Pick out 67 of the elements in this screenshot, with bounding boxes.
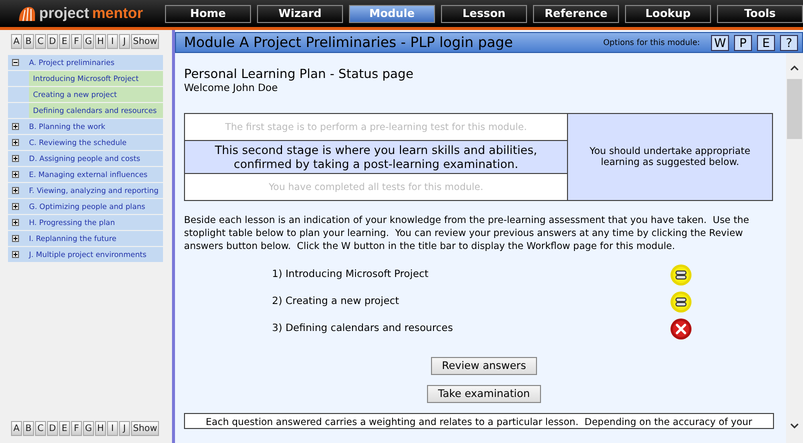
lesson-label: 2) Creating a new project (272, 296, 400, 307)
option-button[interactable]: W (711, 34, 729, 50)
expand-icon[interactable] (12, 187, 19, 194)
letter-button[interactable]: F (71, 34, 82, 49)
expand-icon[interactable] (12, 235, 19, 242)
action-button[interactable]: Review answers (430, 357, 538, 375)
scroll-up-icon[interactable] (790, 65, 799, 71)
welcome-text: Welcome John Doe (184, 83, 279, 94)
letter-button[interactable]: A (11, 421, 22, 436)
letter-button[interactable]: H (95, 421, 106, 436)
stoplight-caution-icon (670, 290, 692, 312)
letter-button[interactable]: I (107, 421, 118, 436)
letter-button[interactable]: Show (131, 34, 160, 49)
option-button[interactable]: E (757, 34, 775, 50)
lesson-label: 3) Defining calendars and resources (272, 323, 453, 334)
letter-button[interactable]: E (59, 421, 70, 436)
note-text: Each question answered carries a weighting and relates to a particular lesson. Depending on the accuracy of your (184, 413, 774, 429)
expand-icon[interactable] (12, 155, 19, 162)
letter-button[interactable]: C (35, 34, 46, 49)
letter-button[interactable]: D (47, 421, 58, 436)
expand-icon[interactable] (12, 123, 19, 130)
letter-button[interactable]: G (83, 34, 94, 49)
nav-tab[interactable]: Home (165, 4, 251, 22)
letter-button[interactable]: H (95, 34, 106, 49)
expand-icon[interactable] (12, 251, 19, 258)
expand-icon[interactable] (12, 171, 19, 178)
stage-cell: The first stage is to perform a pre-learning test for this module. (185, 114, 568, 141)
stoplight-caution-icon (670, 264, 692, 286)
logo: project mentor (0, 5, 161, 22)
letter-button[interactable]: G (83, 421, 94, 436)
splitter[interactable] (164, 30, 175, 443)
letter-button[interactable]: I (107, 34, 118, 49)
letter-button[interactable]: F (71, 421, 82, 436)
cross-icon (670, 318, 692, 340)
page-heading: Personal Learning Plan - Status page (184, 66, 414, 81)
scrollbar[interactable] (786, 53, 803, 443)
intro-paragraph: Beside each lesson is an indication of your knowledge from the pre-learning assessment that you have taken. Use the stoplight table below to plan your learning. You can review your previous answers at any time by clicking the Review answers button below. Click the W button in the title bar to display the Workflow page for this module. (184, 214, 750, 253)
scroll-down-icon[interactable] (790, 423, 799, 429)
letter-button[interactable]: C (35, 421, 46, 436)
letter-button[interactable]: J (119, 34, 130, 49)
expand-icon[interactable] (12, 219, 19, 226)
nav-tab[interactable]: Reference (533, 4, 619, 22)
stage-cell: This second stage is where you learn skills and abilities, confirmed by taking a post-learning examination. (185, 141, 568, 174)
expand-icon[interactable] (12, 203, 19, 210)
letter-button[interactable]: D (47, 34, 58, 49)
nav-tab[interactable]: Tools (717, 4, 803, 22)
shell-logo-icon (18, 6, 36, 22)
expand-icon[interactable] (12, 139, 19, 146)
stage-cell: You have completed all tests for this module. (185, 174, 568, 200)
scroll-thumb[interactable] (787, 79, 802, 139)
nav-tab[interactable]: Lesson (441, 4, 527, 22)
letter-button[interactable]: J (119, 421, 130, 436)
letter-button[interactable]: B (23, 421, 34, 436)
action-button[interactable]: Take examination (427, 385, 541, 403)
page-title: Module A Project Preliminaries - PLP login page (184, 34, 514, 50)
option-button[interactable]: P (734, 34, 752, 50)
letter-button[interactable]: B (23, 34, 34, 49)
option-button[interactable]: ? (780, 34, 798, 50)
options-label: Options for this module: (603, 38, 700, 47)
advice-cell: You should undertake appropriate learning as suggested below. (568, 114, 772, 200)
lesson-label: 1) Introducing Microsoft Project (272, 269, 428, 280)
letter-button[interactable]: A (11, 34, 22, 49)
collapse-icon[interactable] (12, 59, 19, 66)
letter-button[interactable]: E (59, 34, 70, 49)
letter-button[interactable]: Show (131, 421, 160, 436)
nav-tab[interactable]: Wizard (257, 4, 343, 22)
nav-tab[interactable]: Lookup (625, 4, 711, 22)
